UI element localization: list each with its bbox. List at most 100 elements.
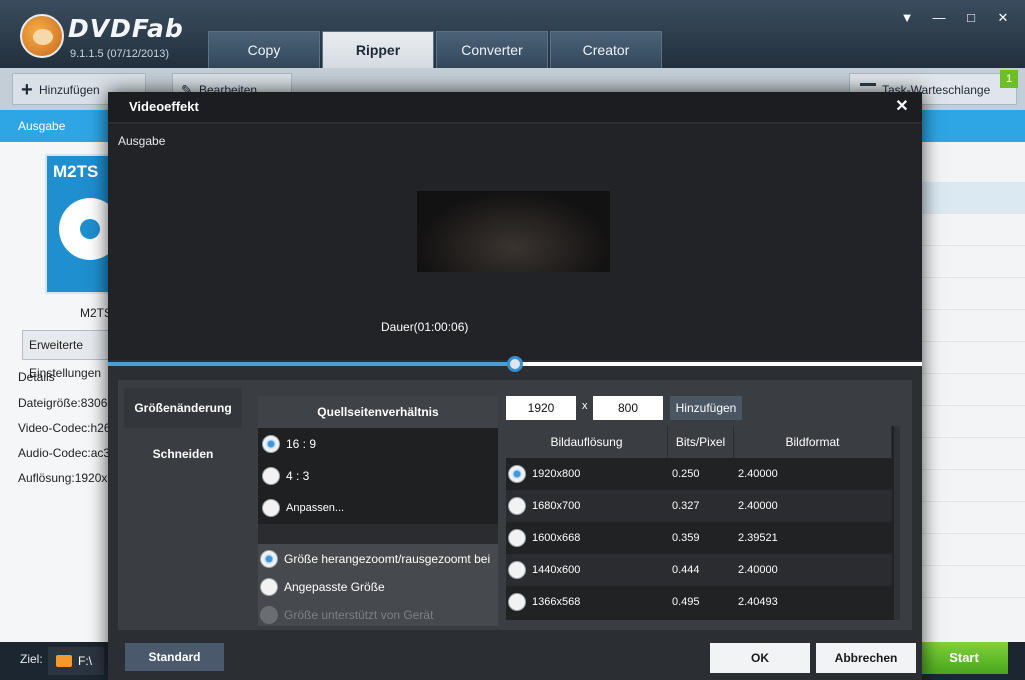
- destination-value: F:\: [78, 654, 92, 668]
- radio-custom-size[interactable]: [260, 578, 278, 596]
- row-radio[interactable]: [508, 497, 526, 515]
- monkey-logo-icon: [20, 14, 64, 58]
- video-preview: Ausgabe Dauer(01:00:06): [108, 124, 922, 360]
- list-row-selected[interactable]: [922, 182, 1025, 214]
- tab-crop[interactable]: Schneiden: [124, 434, 242, 474]
- list-row: [922, 214, 1025, 246]
- detail-resolution: Auflösung:1920x: [18, 471, 108, 485]
- destination-label: Ziel:: [20, 652, 43, 666]
- add-resolution-button[interactable]: Hinzufügen: [670, 396, 742, 420]
- plus-icon: +: [21, 79, 33, 101]
- table-row[interactable]: 1440x600 0.444 2.40000: [506, 554, 892, 586]
- aspect-option-label: 16 : 9: [286, 437, 317, 451]
- column-header-format: Bildformat: [734, 426, 892, 458]
- table-row[interactable]: 1366x568 0.495 2.40493: [506, 586, 892, 618]
- standard-button[interactable]: Standard: [125, 643, 224, 671]
- list-row: [922, 278, 1025, 310]
- dialog-close-icon[interactable]: ✕: [892, 97, 912, 117]
- cell-bpp: 0.495: [672, 596, 700, 608]
- list-row: [922, 534, 1025, 566]
- row-radio[interactable]: [508, 593, 526, 611]
- column-header-bpp: Bits/Pixel: [668, 426, 734, 458]
- video-effect-dialog: Videoeffekt ✕ Ausgabe Dauer(01:00:06) Gr…: [108, 92, 922, 680]
- video-frame: [417, 191, 610, 272]
- add-button-label: Hinzufügen: [39, 83, 100, 97]
- height-input[interactable]: 800: [593, 396, 663, 420]
- size-option-zoom[interactable]: Größe herangezoomt/rausgezoomt bei: [284, 552, 490, 566]
- cell-bpp: 0.250: [672, 468, 700, 480]
- detail-video-codec: Video-Codec:h264: [18, 421, 118, 435]
- cell-resolution: 1600x668: [532, 532, 581, 544]
- cell-bpp: 0.444: [672, 564, 700, 576]
- aspect-option-16-9[interactable]: 16 : 9: [258, 428, 498, 460]
- list-row: [922, 470, 1025, 502]
- cancel-button[interactable]: Abbrechen: [816, 643, 916, 673]
- ok-button[interactable]: OK: [710, 643, 810, 673]
- size-option-custom[interactable]: Angepasste Größe: [284, 580, 385, 594]
- column-header-resolution: Bildauflösung: [506, 426, 668, 458]
- close-icon[interactable]: ✕: [992, 8, 1014, 28]
- tab-copy[interactable]: Copy: [208, 31, 320, 68]
- radio-zoom[interactable]: [260, 550, 278, 568]
- aspect-option-4-3[interactable]: 4 : 3: [258, 460, 498, 492]
- aspect-option-label: 4 : 3: [286, 469, 310, 483]
- aspect-ratio-box: Quellseitenverhältnis 16 : 9 4 : 3 Anpas…: [258, 396, 498, 626]
- list-row: [922, 566, 1025, 598]
- cell-resolution: 1440x600: [532, 564, 581, 576]
- version-label: 9.1.1.5 (07/12/2013): [70, 48, 170, 60]
- radio-16-9[interactable]: [262, 435, 280, 453]
- queue-count-badge: 1: [1000, 70, 1018, 88]
- table-row[interactable]: 1600x668 0.359 2.39521: [506, 522, 892, 554]
- radio-custom[interactable]: [262, 499, 280, 517]
- settings-panel: Größenänderung Schneiden Quellseitenverh…: [118, 380, 912, 630]
- list-row: [922, 342, 1025, 374]
- start-button[interactable]: Start: [920, 642, 1008, 674]
- cell-bpp: 0.327: [672, 500, 700, 512]
- width-input[interactable]: 1920: [506, 396, 576, 420]
- size-options: Größe herangezoomt/rausgezoomt bei Angep…: [258, 544, 498, 626]
- cell-resolution: 1366x568: [532, 596, 581, 608]
- cell-resolution: 1920x800: [532, 468, 581, 480]
- source-panel: M2TS M2TS Erweiterte Einstellungen Detai…: [0, 142, 142, 642]
- format-label: M2TS: [53, 162, 99, 181]
- slider-thumb[interactable]: [507, 356, 523, 372]
- brand-name: DVDFab: [68, 14, 184, 43]
- aspect-option-custom[interactable]: Anpassen...: [258, 492, 498, 524]
- preview-label: Ausgabe: [118, 134, 166, 148]
- folder-icon: [56, 655, 72, 667]
- details-title: Details: [18, 370, 55, 384]
- slider-fill: [108, 362, 515, 366]
- radio-4-3[interactable]: [262, 467, 280, 485]
- maximize-icon[interactable]: □: [960, 8, 982, 28]
- cell-format: 2.40000: [738, 500, 778, 512]
- list-row: [922, 374, 1025, 406]
- table-row[interactable]: 1920x800 0.250 2.40000: [506, 458, 892, 490]
- tab-resize[interactable]: Größenänderung: [124, 388, 242, 428]
- timeline-slider[interactable]: [108, 356, 922, 372]
- tab-ripper[interactable]: Ripper: [322, 31, 434, 68]
- title-bar: DVDFab 9.1.1.5 (07/12/2013) Copy Ripper …: [0, 0, 1025, 68]
- dropdown-menu-icon[interactable]: ▼: [896, 8, 918, 28]
- cell-resolution: 1680x700: [532, 500, 581, 512]
- list-row: [922, 310, 1025, 342]
- list-row: [922, 246, 1025, 278]
- cell-bpp: 0.359: [672, 532, 700, 544]
- cell-format: 2.40000: [738, 564, 778, 576]
- list-row: [922, 406, 1025, 438]
- list-row: [922, 502, 1025, 534]
- row-radio[interactable]: [508, 465, 526, 483]
- dialog-title: Videoeffekt: [108, 92, 922, 122]
- times-label: x: [582, 400, 588, 412]
- right-list-panel: [922, 142, 1025, 642]
- tab-creator[interactable]: Creator: [550, 31, 662, 68]
- tab-converter[interactable]: Converter: [436, 31, 548, 68]
- cell-format: 2.40493: [738, 596, 778, 608]
- table-row[interactable]: 1680x700 0.327 2.40000: [506, 490, 892, 522]
- row-radio[interactable]: [508, 561, 526, 579]
- resolution-table: Bildauflösung Bits/Pixel Bildformat 1920…: [506, 426, 900, 620]
- minimize-icon[interactable]: —: [928, 8, 950, 28]
- detail-audio-codec: Audio-Codec:ac3: [18, 446, 111, 460]
- row-radio[interactable]: [508, 529, 526, 547]
- destination-field[interactable]: F:\: [48, 647, 104, 675]
- table-scrollbar[interactable]: [894, 426, 900, 620]
